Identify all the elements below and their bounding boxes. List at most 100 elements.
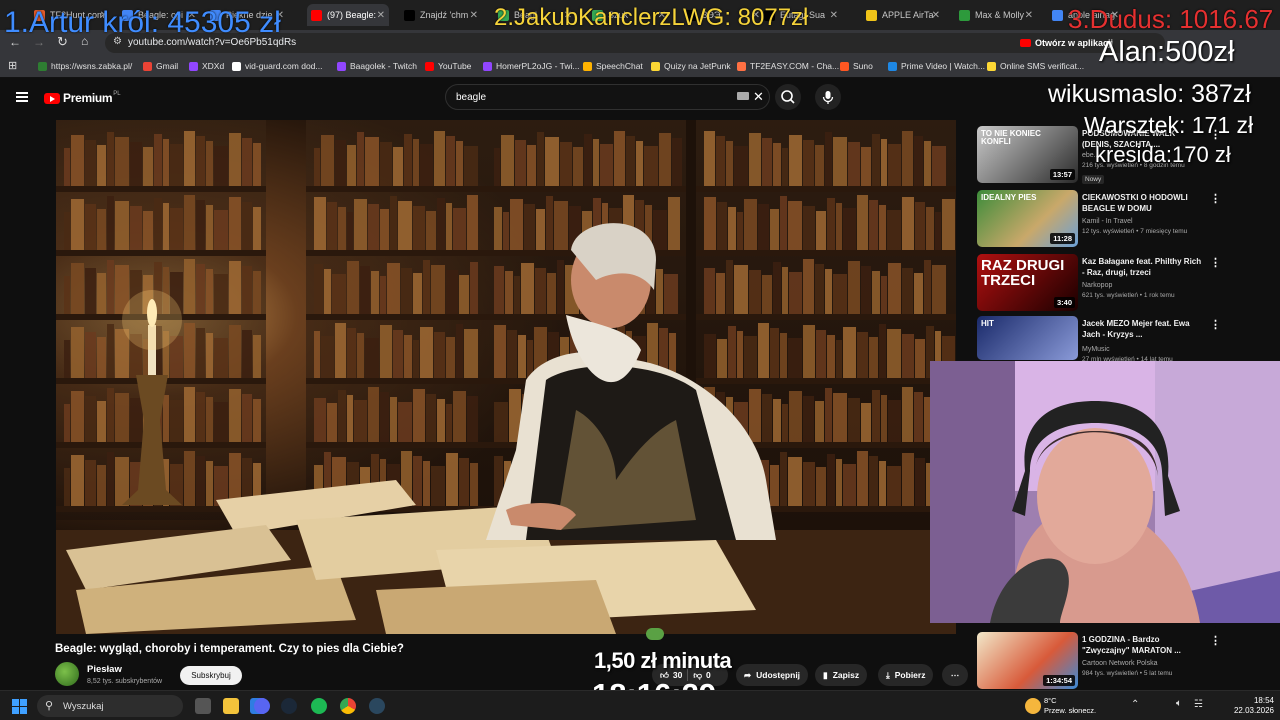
tab-favicon-icon [1052, 9, 1063, 21]
spotify-icon[interactable] [311, 698, 327, 714]
file-explorer-icon[interactable] [223, 698, 239, 714]
new-badge: Nowy [1082, 175, 1105, 184]
video-channel[interactable]: MyMusic [1082, 346, 1110, 353]
volume-icon[interactable]: 🔈︎ [1176, 698, 1182, 709]
channel-name[interactable]: Piesław [87, 664, 122, 675]
subscribe-button[interactable]: Subskrybuj [180, 666, 242, 685]
chevron-up-icon[interactable]: ⌃ [1131, 699, 1139, 710]
apps-grid-icon[interactable]: ⊞ [8, 59, 17, 72]
weather-icon[interactable] [1025, 698, 1041, 714]
task-view-icon[interactable] [195, 698, 211, 714]
bookmark-item[interactable]: HomerPL2oJG - Twi... [483, 61, 579, 71]
video-thumbnail[interactable]: HIT [977, 316, 1078, 360]
recommended-video[interactable]: HIT Jacek MEZO Mejer feat. Ewa Jach - Kry… [977, 316, 1277, 363]
browser-tab[interactable]: Max & Molly ✕ [955, 4, 1037, 26]
bookmark-item[interactable]: Gmail [143, 61, 178, 71]
bookmark-item[interactable]: Baagolek - Twitch [337, 61, 417, 71]
video-thumbnail[interactable]: 1:34:54 [977, 632, 1078, 689]
voice-search-button[interactable] [815, 84, 841, 110]
recommended-video[interactable]: 1:34:54 1 GODZINA - Bardzo "Zwyczajny" MA… [977, 632, 1277, 690]
youtube-premium-logo[interactable]: Premium PL [44, 91, 121, 105]
menu-icon[interactable] [16, 92, 28, 102]
bookmark-item[interactable]: Suno [840, 61, 873, 71]
top-donor-3: 3.Dudus: 1016.67 [1068, 4, 1274, 34]
bookmark-item[interactable]: vid-guard.com dod... [232, 61, 322, 71]
recommended-video[interactable]: IDEALNY PIES 11:28 CIEKAWOSTKI O HODOWLI B… [977, 190, 1277, 248]
video-meta: 621 tys. wyświetleń • 1 rok temu [1082, 292, 1175, 299]
more-vertical-icon[interactable]: ⋮ [1210, 634, 1221, 647]
bookmark-favicon-icon [737, 61, 746, 71]
bookmark-favicon-icon [651, 61, 660, 71]
system-clock[interactable]: 18:54 22.03.2026 [1218, 696, 1274, 716]
bookmark-label: Quizy na JetPunk [664, 61, 731, 71]
bookmark-item[interactable]: YouTube [425, 61, 471, 71]
weather-widget[interactable]: 8°C Przew. słonecz. [1044, 696, 1096, 716]
webcam-overlay [930, 361, 1280, 623]
share-icon: ➦ [744, 669, 752, 680]
recommended-video[interactable]: RAZ DRUGI TRZECI 3:40 Kaz Bałagane feat. P… [977, 254, 1277, 312]
windows-start-icon[interactable] [12, 699, 27, 714]
channel-avatar[interactable] [55, 662, 79, 686]
taskbar-search-input[interactable]: ⚲ Wyszukaj [37, 695, 183, 717]
video-channel[interactable]: Narkopop [1082, 282, 1112, 289]
temperature: 8°C [1044, 696, 1057, 705]
top-donor-2: 2.JakubKanclerzLWG: 8077zł [494, 4, 809, 31]
video-thumbnail[interactable]: IDEALNY PIES 11:28 [977, 190, 1078, 247]
search-button[interactable] [775, 84, 801, 110]
keyboard-icon[interactable] [737, 92, 749, 100]
tab-label: Znajdź 'chm [420, 10, 469, 20]
video-duration: 1:34:54 [1043, 675, 1075, 686]
more-vertical-icon[interactable]: ⋮ [1210, 192, 1221, 205]
browser-tab[interactable]: (97) Beagle: ✕ [307, 4, 389, 26]
search-icon [781, 90, 795, 104]
video-channel[interactable]: Kamil - In Travel [1082, 218, 1133, 225]
youtube-icon [1020, 39, 1031, 47]
video-meta: 984 tys. wyświetleń • 5 lat temu [1082, 670, 1173, 677]
more-actions-button[interactable]: ⋯ [942, 664, 968, 686]
video-channel[interactable]: Cartoon Network Polska [1082, 660, 1157, 667]
discord-icon[interactable] [254, 698, 270, 714]
bookmark-label: TF2EASY.COM - Cha... [750, 61, 840, 71]
video-duration: 3:40 [1053, 297, 1075, 308]
video-thumbnail[interactable]: RAZ DRUGI TRZECI 3:40 [977, 254, 1078, 311]
video-player[interactable] [56, 120, 956, 634]
donor-alan: Alan:500zł [1099, 36, 1235, 68]
video-title: Jacek MEZO Mejer feat. Ewa Jach - Kryzys… [1082, 319, 1190, 339]
bookmark-item[interactable]: TF2EASY.COM - Cha... [737, 61, 839, 71]
steam-icon[interactable] [281, 698, 297, 714]
share-button[interactable]: ➦ Udostępnij [736, 664, 809, 686]
search-input[interactable]: beagle ✕ [445, 84, 770, 110]
logo-text: Premium [63, 91, 113, 105]
save-label: Zapisz [832, 670, 860, 680]
more-vertical-icon[interactable]: ⋮ [1210, 256, 1221, 269]
save-button[interactable]: ▮ Zapisz [815, 664, 868, 686]
bookmark-favicon-icon [232, 61, 241, 71]
tab-label: APPLE AirTa [882, 10, 934, 20]
weather-condition: Przew. słonecz. [1044, 706, 1097, 715]
clock-time: 18:54 [1253, 696, 1274, 705]
video-duration: 13:57 [1049, 169, 1075, 180]
youtube-logo-icon [44, 92, 60, 104]
bookmark-item[interactable]: Quizy na JetPunk [651, 61, 731, 71]
tab-close-icon[interactable]: ✕ [932, 10, 940, 21]
more-vertical-icon[interactable]: ⋮ [1210, 318, 1221, 331]
wifi-icon[interactable]: ☵ [1194, 699, 1203, 710]
bookmark-favicon-icon [987, 61, 996, 71]
tab-close-icon[interactable]: ✕ [470, 10, 478, 21]
bookmark-item[interactable]: Prime Video | Watch... [888, 61, 985, 71]
tab-close-icon[interactable]: ✕ [830, 10, 838, 21]
bookmark-item[interactable]: Online SMS verificat... [987, 61, 1084, 71]
bookmark-item[interactable]: https://wsns.zabka.pl/ [38, 61, 132, 71]
browser-tab[interactable]: Znajdź 'chm ✕ [400, 4, 482, 26]
steam-alt-icon[interactable] [369, 698, 385, 714]
browser-tab[interactable]: APPLE AirTa ✕ [862, 4, 944, 26]
tab-close-icon[interactable]: ✕ [1025, 10, 1033, 21]
video-thumbnail[interactable]: TO NIE KONIEC KONFLI 13:57 [977, 126, 1078, 183]
bookmark-item[interactable]: XDXd [189, 61, 224, 71]
download-button[interactable]: ⤓ Pobierz [878, 664, 934, 686]
bookmark-item[interactable]: SpeechChat [583, 61, 643, 71]
webcam-feed [930, 361, 1280, 623]
chrome-icon[interactable] [340, 698, 356, 714]
clear-search-icon[interactable]: ✕ [753, 89, 764, 105]
tab-close-icon[interactable]: ✕ [377, 10, 385, 21]
